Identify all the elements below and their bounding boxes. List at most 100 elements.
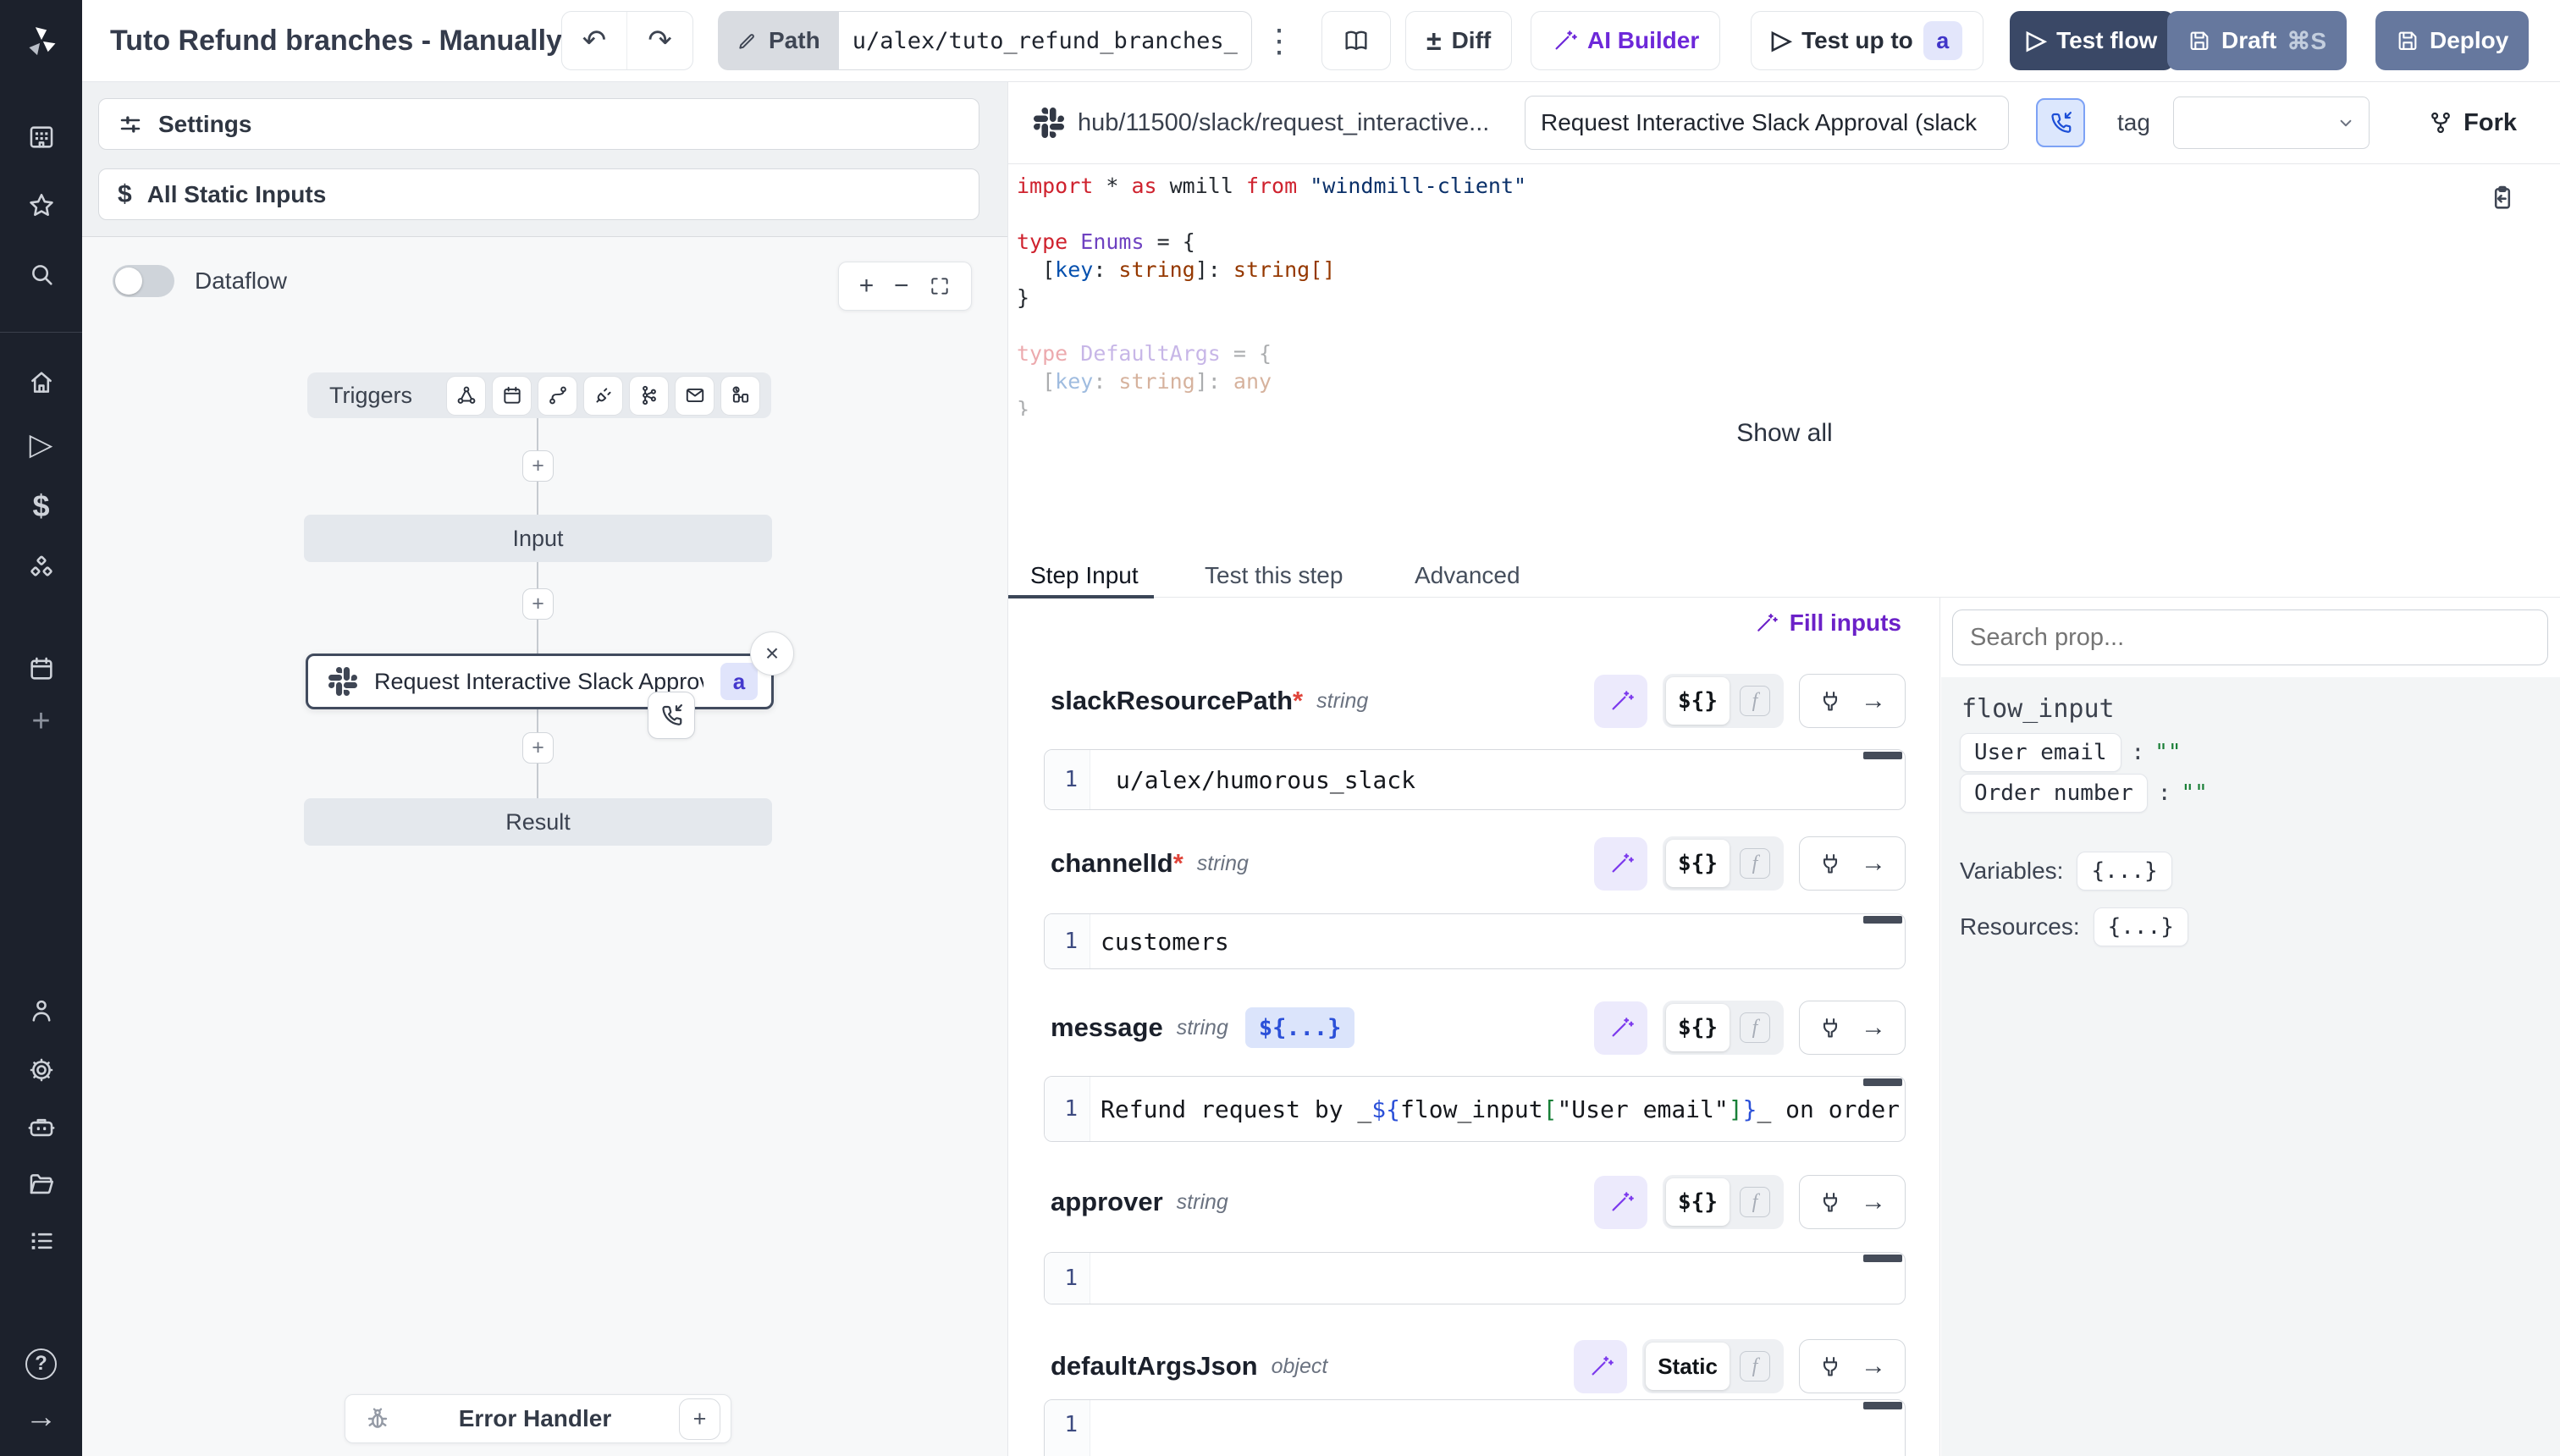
javascript-mode-chip[interactable]: f (1740, 848, 1770, 879)
home-icon[interactable] (0, 364, 82, 401)
http-route-trigger-icon[interactable] (538, 377, 577, 415)
redo-button[interactable]: ↷ (627, 12, 692, 69)
add-step-button[interactable]: + (522, 450, 554, 482)
add-error-handler-button[interactable]: + (679, 1398, 720, 1440)
undo-button[interactable]: ↶ (562, 12, 627, 69)
add-plus-icon[interactable]: + (0, 703, 82, 740)
editor-scrollbar[interactable] (1863, 1402, 1902, 1409)
tab-step-input[interactable]: Step Input (1030, 554, 1139, 597)
runs-play-icon[interactable]: ▷ (0, 426, 82, 463)
slack-approval-step-node[interactable]: Request Interactive Slack Approval (... … (306, 654, 774, 709)
triggers-node[interactable]: Triggers (307, 372, 771, 418)
remove-step-button[interactable]: × (750, 631, 794, 676)
template-mode-chip[interactable]: ${} (1666, 1178, 1730, 1226)
test-up-to-button[interactable]: ▷ Test up to a (1751, 11, 1983, 70)
websocket-trigger-icon[interactable] (584, 377, 622, 415)
schedules-calendar-icon[interactable] (0, 650, 82, 687)
ai-builder-button[interactable]: AI Builder (1531, 11, 1720, 70)
expand-rail-arrow-icon[interactable]: → (0, 1398, 82, 1436)
javascript-mode-chip[interactable]: f (1740, 1187, 1770, 1217)
diff-button[interactable]: ± Diff (1405, 11, 1512, 70)
webhook-trigger-icon[interactable] (447, 377, 485, 415)
test-flow-button[interactable]: ▷ Test flow (2010, 11, 2174, 70)
fill-inputs-button[interactable]: Fill inputs (1754, 609, 1901, 637)
static-mode-chip[interactable]: Static (1646, 1343, 1730, 1390)
docs-button[interactable] (1321, 11, 1391, 70)
ai-fill-button[interactable] (1594, 675, 1647, 728)
prop-user-email[interactable]: User email (1960, 733, 2121, 772)
variables-chip[interactable]: {...} (2077, 852, 2171, 891)
add-step-button[interactable]: + (522, 732, 554, 764)
javascript-mode-chip[interactable]: f (1740, 686, 1770, 716)
email-trigger-icon[interactable] (676, 377, 714, 415)
show-all-code-button[interactable]: Show all (1008, 419, 2560, 448)
prop-order-number[interactable]: Order number (1960, 774, 2148, 813)
connect-input-button[interactable]: → (1799, 1001, 1906, 1055)
javascript-mode-chip[interactable]: f (1740, 1012, 1770, 1043)
ai-fill-button[interactable] (1574, 1340, 1627, 1393)
fork-button[interactable]: Fork (2428, 82, 2517, 163)
editor-scrollbar[interactable] (1863, 916, 1902, 924)
editor-scrollbar[interactable] (1863, 1078, 1902, 1086)
ai-fill-button[interactable] (1594, 1001, 1647, 1055)
result-node[interactable]: Result (304, 798, 772, 846)
connect-input-button[interactable]: → (1799, 1175, 1906, 1229)
template-mode-chip[interactable]: ${} (1666, 1004, 1730, 1051)
logs-list-icon[interactable] (0, 1222, 82, 1260)
dataflow-toggle[interactable] (113, 265, 174, 297)
deploy-button[interactable]: Deploy (2375, 11, 2529, 70)
suspend-approval-toggle[interactable] (2036, 98, 2085, 147)
step-summary-input[interactable] (1525, 96, 2009, 150)
input-node[interactable]: Input (304, 515, 772, 562)
variables-dollar-icon[interactable]: $ (0, 488, 82, 525)
schedule-trigger-icon[interactable] (493, 377, 531, 415)
tab-test-this-step[interactable]: Test this step (1205, 554, 1343, 597)
workspace-icon[interactable] (0, 119, 82, 156)
slackResourcePath-editor[interactable]: 1 u/alex/humorous_slack (1044, 749, 1906, 810)
editor-scrollbar[interactable] (1863, 1255, 1902, 1262)
help-icon[interactable]: ? (0, 1345, 82, 1382)
poll-watch-trigger-icon[interactable] (721, 377, 759, 415)
folders-icon[interactable] (0, 1166, 82, 1203)
zoom-in-button[interactable]: + (859, 272, 874, 301)
hub-script-path[interactable]: hub/11500/slack/request_interactive... (1078, 82, 1489, 163)
script-code-preview: import * as wmill from "windmill-client"… (1017, 172, 2456, 416)
kafka-trigger-icon[interactable] (630, 377, 668, 415)
all-static-inputs-button[interactable]: $ All Static Inputs (98, 168, 979, 220)
users-icon[interactable] (0, 992, 82, 1029)
magic-wand-icon (1608, 1189, 1634, 1215)
template-mode-chip[interactable]: ${} (1666, 677, 1730, 725)
javascript-mode-chip[interactable]: f (1740, 1351, 1770, 1382)
tag-select[interactable] (2173, 97, 2370, 149)
settings-gear-icon[interactable] (0, 1051, 82, 1089)
more-options-kebab-icon[interactable]: ⋮ (1263, 0, 1295, 81)
copy-code-button[interactable] (2488, 184, 2517, 212)
connect-input-button[interactable]: → (1799, 1339, 1906, 1393)
connect-input-button[interactable]: → (1799, 674, 1906, 728)
search-icon[interactable] (0, 256, 82, 293)
search-prop-input[interactable] (1952, 609, 2548, 665)
windmill-logo[interactable] (0, 0, 82, 82)
path-label: Path (718, 11, 839, 70)
message-editor[interactable]: 1 Refund request by _${flow_input["User … (1044, 1076, 1906, 1142)
error-handler-node[interactable]: Error Handler + (345, 1394, 731, 1443)
approver-editor[interactable]: 1 (1044, 1252, 1906, 1304)
workers-robot-icon[interactable] (0, 1108, 82, 1145)
tab-advanced[interactable]: Advanced (1415, 554, 1520, 597)
zoom-out-button[interactable]: − (894, 272, 909, 301)
channelId-editor[interactable]: 1 customers (1044, 913, 1906, 969)
ai-fill-button[interactable] (1594, 837, 1647, 891)
favorites-star-icon[interactable] (0, 187, 82, 224)
template-mode-chip[interactable]: ${} (1666, 840, 1730, 887)
ai-fill-button[interactable] (1594, 1176, 1647, 1229)
editor-scrollbar[interactable] (1863, 752, 1902, 759)
resources-cubes-icon[interactable] (0, 549, 82, 586)
add-step-button[interactable]: + (522, 588, 554, 620)
flow-settings-button[interactable]: Settings (98, 98, 979, 150)
fit-view-icon[interactable] (929, 275, 951, 297)
path-input[interactable] (839, 11, 1252, 70)
draft-button[interactable]: Draft ⌘S (2167, 11, 2347, 70)
resources-chip[interactable]: {...} (2094, 907, 2188, 946)
connect-input-button[interactable]: → (1799, 836, 1906, 891)
defaultArgsJson-editor[interactable]: 1 (1044, 1399, 1906, 1456)
